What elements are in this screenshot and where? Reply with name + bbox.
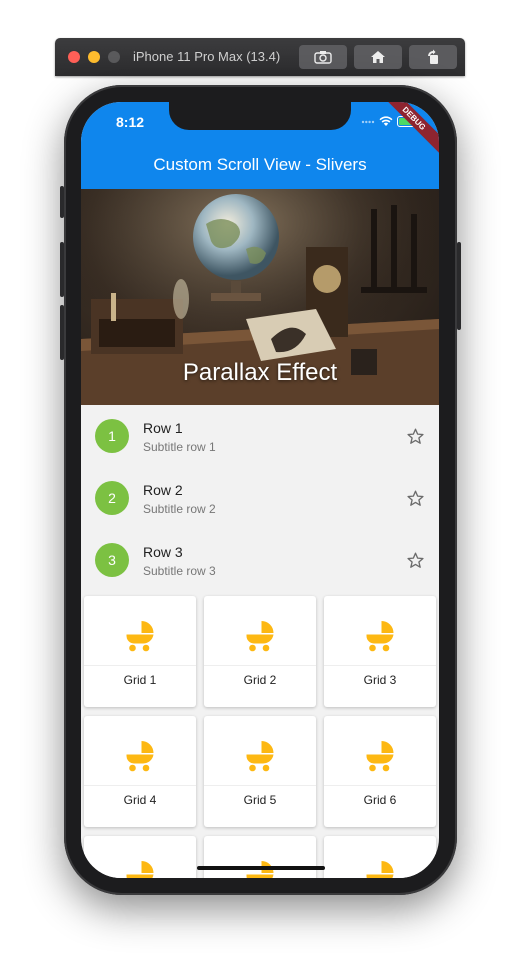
app-bar-title: Custom Scroll View - Slivers	[153, 155, 367, 174]
grid-card-label: Grid 1	[123, 673, 157, 687]
home-button[interactable]	[354, 45, 402, 69]
home-indicator[interactable]	[197, 866, 325, 870]
row-avatar: 3	[95, 543, 129, 577]
rotate-button[interactable]	[409, 45, 457, 69]
maximize-window-button[interactable]	[108, 51, 120, 63]
stroller-icon	[246, 621, 274, 652]
stroller-icon	[246, 741, 274, 772]
close-window-button[interactable]	[68, 51, 80, 63]
row-subtitle: Subtitle row 1	[143, 440, 216, 454]
rotate-icon	[428, 49, 438, 64]
grid-card-label: Grid 3	[363, 673, 397, 687]
list-item[interactable]: 3 Row 3 Subtitle row 3	[81, 529, 439, 591]
stroller-icon	[366, 741, 394, 772]
grid-card[interactable]	[324, 836, 436, 878]
parallax-title: Parallax Effect	[182, 359, 338, 386]
card-divider	[84, 665, 196, 666]
screenshot-button[interactable]	[299, 45, 347, 69]
card-divider	[204, 665, 316, 666]
grid-card[interactable]: Grid 6	[324, 716, 436, 827]
card-divider	[84, 785, 196, 786]
star-outline-icon[interactable]	[406, 489, 425, 508]
card-divider	[324, 785, 436, 786]
stroller-icon	[126, 861, 154, 878]
stroller-icon	[126, 741, 154, 772]
grid-card[interactable]	[84, 836, 196, 878]
camera-icon	[314, 51, 332, 64]
grid-card[interactable]: Grid 4	[84, 716, 196, 827]
star-outline-icon[interactable]	[406, 427, 425, 446]
row-title: Row 1	[143, 420, 183, 436]
minimize-window-button[interactable]	[88, 51, 100, 63]
star-outline-icon[interactable]	[406, 551, 425, 570]
grid-card-label: Grid 5	[243, 793, 277, 807]
volume-down-button	[60, 305, 64, 360]
row-avatar: 1	[95, 419, 129, 453]
home-icon	[371, 51, 385, 63]
wifi-icon	[379, 116, 393, 126]
card-divider	[204, 785, 316, 786]
simulator-title: iPhone 11 Pro Max (13.4)	[133, 49, 281, 64]
row-subtitle: Subtitle row 3	[143, 564, 216, 578]
power-button	[457, 242, 461, 330]
row-title: Row 2	[143, 482, 183, 498]
signal-dots-icon	[361, 120, 375, 123]
grid-card[interactable]: Grid 3	[324, 596, 436, 707]
notch	[169, 102, 351, 130]
grid-card[interactable]: Grid 1	[84, 596, 196, 707]
row-subtitle: Subtitle row 2	[143, 502, 216, 516]
status-time: 8:12	[116, 114, 145, 130]
simulator-titlebar: iPhone 11 Pro Max (13.4)	[55, 38, 465, 76]
grid-card[interactable]	[204, 836, 316, 878]
grid-card[interactable]: Grid 2	[204, 596, 316, 707]
grid-card-label: Grid 6	[363, 793, 397, 807]
mute-switch	[60, 186, 64, 218]
grid-card-label: Grid 2	[243, 673, 277, 687]
list-item[interactable]: 1 Row 1 Subtitle row 1	[81, 405, 439, 467]
stroller-icon	[366, 621, 394, 652]
card-divider	[324, 665, 436, 666]
grid-card-label: Grid 4	[123, 793, 157, 807]
stroller-icon	[126, 621, 154, 652]
row-title: Row 3	[143, 544, 183, 560]
stroller-icon	[366, 861, 394, 878]
volume-up-button	[60, 242, 64, 297]
list-item[interactable]: 2 Row 2 Subtitle row 2	[81, 467, 439, 529]
parallax-header-image: Parallax Effect	[81, 189, 439, 405]
row-list: 1 Row 1 Subtitle row 1 2 Row 2 Subtitle …	[81, 405, 439, 591]
grid-card[interactable]: Grid 5	[204, 716, 316, 827]
phone-screen: Custom Scroll View - Slivers 8:12 DEBUG	[81, 102, 439, 878]
row-avatar: 2	[95, 481, 129, 515]
